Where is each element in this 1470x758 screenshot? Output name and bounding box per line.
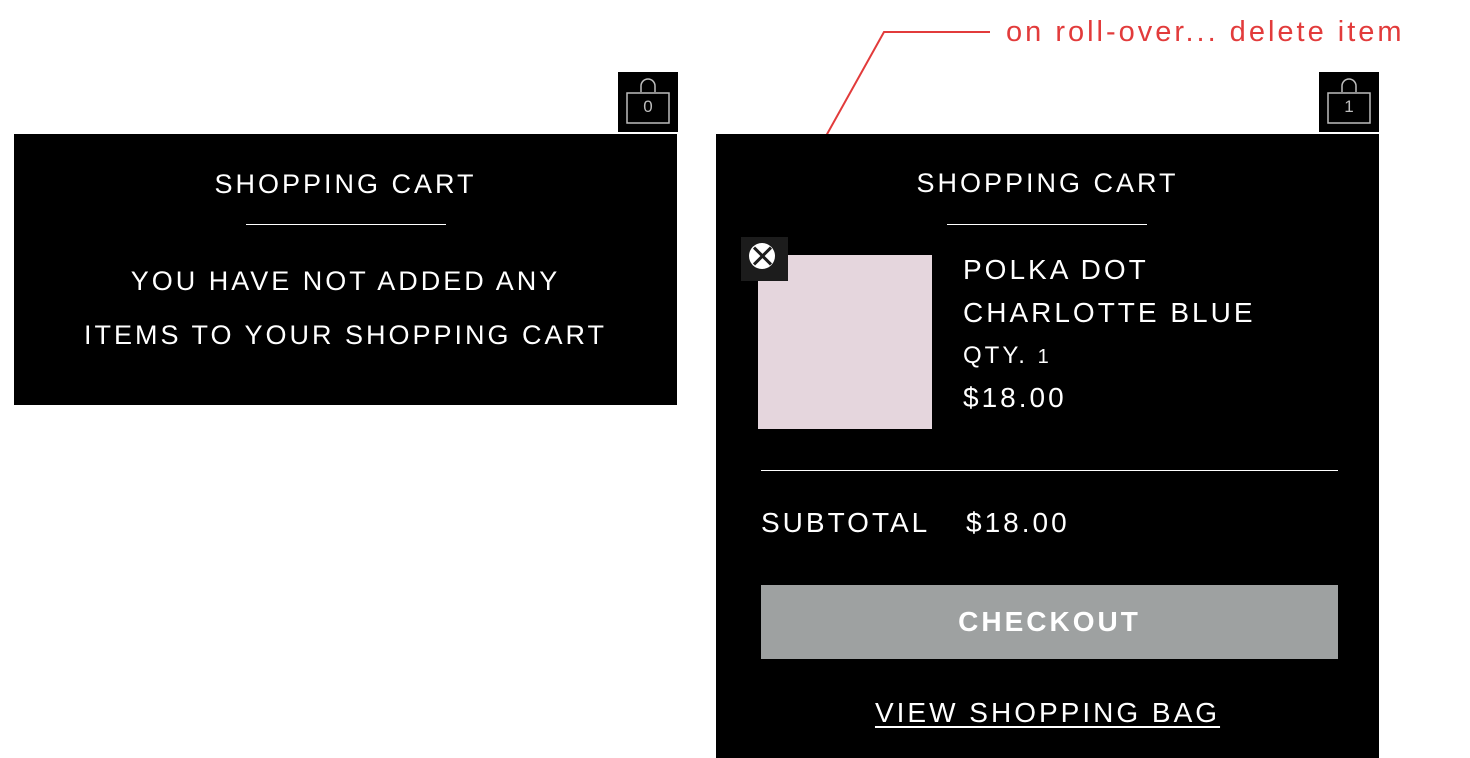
annotation-label: on roll-over... delete item bbox=[1006, 16, 1405, 48]
cart-title: SHOPPING CART bbox=[916, 168, 1179, 198]
filled-cart-panel: SHOPPING CART POLKA DOT CHARLOTTE BLUE Q… bbox=[716, 134, 1379, 758]
product-name-line2[interactable]: CHARLOTTE BLUE bbox=[963, 291, 1256, 334]
cart-bag-button[interactable]: 1 bbox=[1319, 72, 1379, 132]
subtotal-value: $18.00 bbox=[966, 507, 1070, 538]
subtotal-label: SUBTOTAL bbox=[761, 507, 931, 538]
cart-title: SHOPPING CART bbox=[214, 169, 477, 199]
view-shopping-bag-link[interactable]: VIEW SHOPPING BAG bbox=[875, 697, 1220, 728]
product-price: $18.00 bbox=[963, 382, 1067, 413]
empty-message-line: YOU HAVE NOT ADDED ANY bbox=[130, 266, 561, 296]
product-thumbnail[interactable] bbox=[758, 255, 932, 429]
title-divider bbox=[947, 224, 1147, 225]
close-circle-icon bbox=[749, 243, 775, 269]
cart-count: 0 bbox=[643, 97, 653, 116]
empty-cart-panel: SHOPPING CART YOU HAVE NOT ADDED ANY ITE… bbox=[14, 134, 677, 405]
product-quantity: QTY. 1 bbox=[963, 334, 1052, 379]
view-shopping-bag-link-wrapper: VIEW SHOPPING BAG bbox=[716, 696, 1379, 730]
product-name-line1[interactable]: POLKA DOT bbox=[963, 248, 1149, 291]
quantity-value: 1 bbox=[1037, 346, 1052, 368]
items-divider bbox=[761, 470, 1338, 471]
cart-bag-button[interactable]: 0 bbox=[618, 72, 678, 132]
title-divider bbox=[246, 224, 446, 225]
empty-message-line: ITEMS TO YOUR SHOPPING CART bbox=[83, 320, 608, 350]
checkout-button[interactable]: CHECKOUT bbox=[761, 585, 1338, 659]
cart-count: 1 bbox=[1344, 97, 1354, 116]
delete-item-button[interactable] bbox=[741, 237, 788, 281]
empty-cart-message: YOU HAVE NOT ADDED ANY ITEMS TO YOUR SHO… bbox=[14, 254, 677, 362]
quantity-label: QTY. bbox=[963, 342, 1028, 369]
